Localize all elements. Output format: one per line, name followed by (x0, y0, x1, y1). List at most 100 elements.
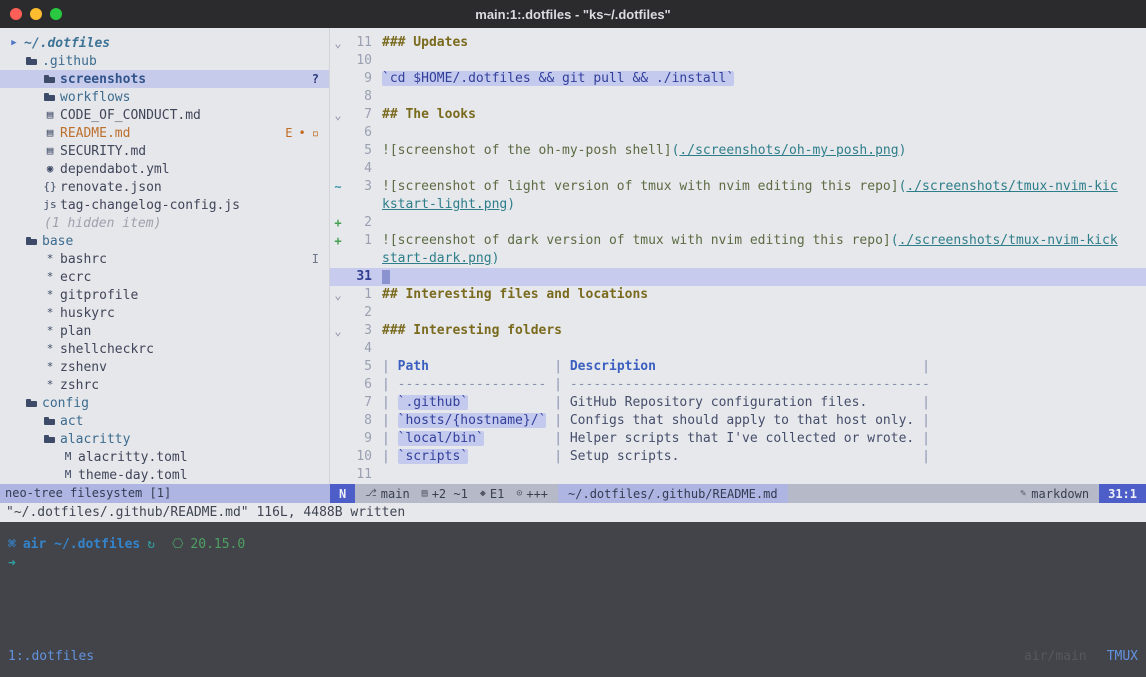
editor-line[interactable]: ⌄1## Interesting files and locations (330, 286, 1146, 304)
tree-item-shellcheckrc[interactable]: *shellcheckrc (0, 340, 329, 358)
gutter-marker (330, 124, 346, 142)
close-button[interactable] (10, 8, 22, 20)
editor-line[interactable]: 6| ------------------- | ---------------… (330, 376, 1146, 394)
mode-indicator: N (330, 484, 355, 503)
tmux-status-right: air/main TMUX (1024, 648, 1138, 666)
tree-item-ecrc[interactable]: *ecrc (0, 268, 329, 286)
tree-item-label: huskyrc (58, 306, 115, 321)
node-version: 20.15.0 (190, 536, 245, 554)
neo-tree-statusline: neo-tree filesystem [1] (0, 484, 330, 503)
text-segment: | (382, 413, 398, 428)
nvim-window: ▶~/.dotfiles .githubscreenshots?workflows… (0, 28, 1146, 484)
tree-item-alacritty.toml[interactable]: Malacritty.toml (0, 448, 329, 466)
tree-item-code-of-conduct.md[interactable]: ▤CODE_OF_CONDUCT.md (0, 106, 329, 124)
tmux-window-name[interactable]: 1:.dotfiles (8, 648, 94, 666)
text-segment: ./screenshots/tmux-nvim-kick (899, 233, 1118, 248)
tree-item-label: theme-day.toml (76, 468, 188, 483)
tree-item-workflows[interactable]: workflows (0, 88, 329, 106)
line-number: 3 (346, 322, 372, 340)
editor-line[interactable]: +1![screenshot of dark version of tmux w… (330, 232, 1146, 250)
editor-line[interactable]: 4 (330, 160, 1146, 178)
dotfile-icon: * (42, 268, 58, 286)
prompt-arrow: ➜ (8, 555, 1138, 573)
editor-line[interactable]: ⌄11### Updates (330, 34, 1146, 52)
tree-item-tag-changelog-config.js[interactable]: jstag-changelog-config.js (0, 196, 329, 214)
statusline-row: neo-tree filesystem [1] N ⎇main▤+2 ~1◆E1… (0, 484, 1146, 503)
editor-line[interactable]: 2 (330, 304, 1146, 322)
tree-item-security.md[interactable]: ▤SECURITY.md (0, 142, 329, 160)
editor-line[interactable]: 5| Path | Description | (330, 358, 1146, 376)
line-text (382, 214, 1146, 232)
tree-item-label: ~/.dotfiles (22, 36, 110, 51)
line-number: 8 (346, 88, 372, 106)
text-segment: `hosts/{hostname}/` (398, 413, 547, 428)
text-segment: | (382, 431, 398, 446)
minimize-button[interactable] (30, 8, 42, 20)
editor-line[interactable]: 9| `local/bin` | Helper scripts that I'v… (330, 430, 1146, 448)
shell-pane[interactable]: ⌘air ~/.dotfiles↻⎔20.15.0 ➜ 1:.dotfiles … (0, 522, 1146, 677)
editor-line[interactable]: 8 (330, 88, 1146, 106)
segment-text: main (381, 487, 410, 501)
filetype-label: markdown (1031, 487, 1089, 501)
tree-item-act[interactable]: act (0, 412, 329, 430)
tree-item--1-hidden-item-[interactable]: (1 hidden item) (0, 214, 329, 232)
editor-line[interactable]: +2 (330, 214, 1146, 232)
editor-line[interactable]: kstart-light.png) (330, 196, 1146, 214)
tree-item-bashrc[interactable]: *bashrcI (0, 250, 329, 268)
line-number: 11 (346, 34, 372, 52)
text-segment: Helper scripts that I've collected or wr… (570, 431, 914, 446)
line-number (346, 250, 372, 268)
tree-item-label: zshrc (58, 378, 99, 393)
git-branch-icon: ⎇ (365, 488, 377, 499)
editor-line[interactable]: ⌄3### Interesting folders (330, 322, 1146, 340)
diagnostics-error-icon: ◆ (480, 488, 486, 499)
editor-line[interactable]: start-dark.png) (330, 250, 1146, 268)
editor-line[interactable]: 9`cd $HOME/.dotfiles && git pull && ./in… (330, 70, 1146, 88)
markdown-file-icon: ▤ (42, 106, 58, 124)
tree-item-renovate.json[interactable]: {}renovate.json (0, 178, 329, 196)
line-number: 1 (346, 286, 372, 304)
tree-item-alacritty[interactable]: alacritty (0, 430, 329, 448)
fullscreen-button[interactable] (50, 8, 62, 20)
tree-item-config[interactable]: config (0, 394, 329, 412)
editor-line[interactable]: 8| `hosts/{hostname}/` | Configs that sh… (330, 412, 1146, 430)
editor-line[interactable]: 11 (330, 466, 1146, 484)
tree-item-label: .github (40, 54, 97, 69)
text-segment: `scripts` (398, 449, 468, 464)
text-segment: | (922, 359, 930, 374)
tree-item-theme-day.toml[interactable]: Mtheme-day.toml (0, 466, 329, 484)
editor-line[interactable]: ~3![screenshot of light version of tmux … (330, 178, 1146, 196)
line-text: ![screenshot of light version of tmux wi… (382, 178, 1146, 196)
tree-item-label: shellcheckrc (58, 342, 154, 357)
node-icon: ⎔ (172, 536, 183, 554)
editor-line[interactable]: 4 (330, 340, 1146, 358)
tree-item-.github[interactable]: .github (0, 52, 329, 70)
line-text (382, 88, 1146, 106)
text-segment: | ------------------- | ----------------… (382, 377, 930, 392)
editor-line[interactable]: ⌄7## The looks (330, 106, 1146, 124)
tree-item-plan[interactable]: *plan (0, 322, 329, 340)
folder-open-icon (24, 394, 40, 412)
git-branch-segment: ⎇ main (365, 487, 409, 501)
tree-item-zshrc[interactable]: *zshrc (0, 376, 329, 394)
tree-item-huskyrc[interactable]: *huskyrc (0, 304, 329, 322)
editor-line[interactable]: 10 (330, 52, 1146, 70)
tree-item-base[interactable]: base (0, 232, 329, 250)
line-number: 7 (346, 106, 372, 124)
tree-item--.dotfiles[interactable]: ▶~/.dotfiles (0, 34, 329, 52)
editor-cursor-line[interactable]: 31 (330, 268, 1146, 286)
tree-item-dependabot.yml[interactable]: ◉dependabot.yml (0, 160, 329, 178)
tree-item-label: gitprofile (58, 288, 138, 303)
fold-marker-icon: ⌄ (330, 286, 346, 304)
editor-line[interactable]: 7| `.github` | GitHub Repository configu… (330, 394, 1146, 412)
tree-item-zshenv[interactable]: *zshenv (0, 358, 329, 376)
tree-item-readme.md[interactable]: ▤README.mdE•▫ (0, 124, 329, 142)
tree-item-gitprofile[interactable]: *gitprofile (0, 286, 329, 304)
editor-line[interactable]: 10| `scripts` | Setup scripts. | (330, 448, 1146, 466)
editor-line[interactable]: 5![screenshot of the oh-my-posh shell](.… (330, 142, 1146, 160)
line-number: 31 (346, 268, 372, 286)
text-segment: | (922, 449, 930, 464)
tree-item-screenshots[interactable]: screenshots? (0, 70, 329, 88)
editor-buffer[interactable]: ⌄11### Updates109`cd $HOME/.dotfiles && … (330, 28, 1146, 484)
editor-line[interactable]: 6 (330, 124, 1146, 142)
